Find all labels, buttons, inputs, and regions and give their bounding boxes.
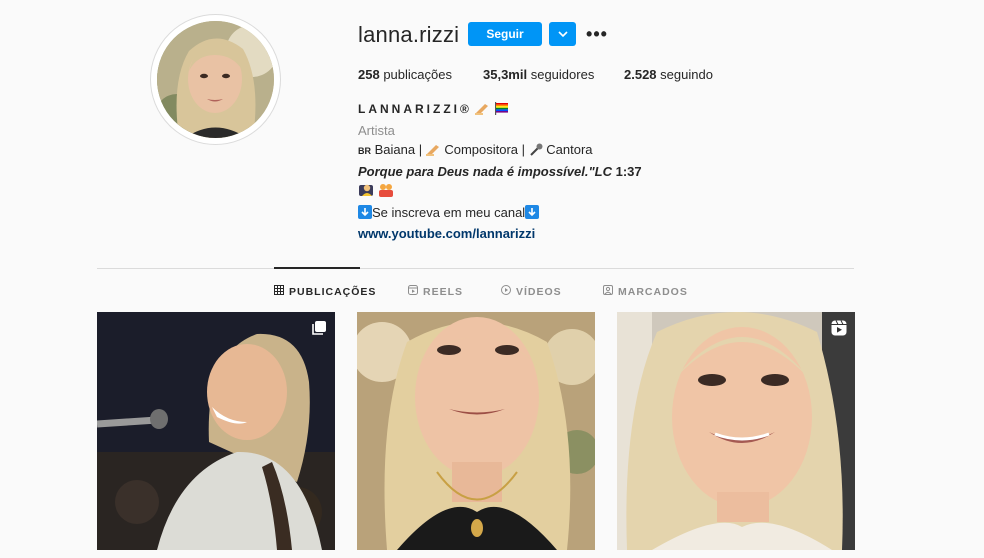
post-thumbnail[interactable]	[617, 312, 855, 550]
microphone-icon	[529, 142, 543, 162]
posts-count-value: 258	[358, 67, 380, 82]
display-name: LANNARIZZI®	[358, 102, 472, 116]
tab-marcados[interactable]: MARCADOS	[603, 285, 688, 298]
posts-count: 258 publicações	[358, 67, 452, 82]
profile-avatar[interactable]	[150, 14, 281, 145]
profile-username: lanna.rizzi	[358, 22, 460, 47]
following-count-value: 2.528	[624, 67, 657, 82]
person-icon	[358, 182, 374, 203]
tab-marcados-label: MARCADOS	[618, 285, 688, 298]
bio-origin-text: Baiana |	[374, 142, 426, 157]
rainbow-flag-icon	[494, 101, 509, 121]
followers-count[interactable]: 35,3mil seguidores	[483, 67, 594, 82]
down-arrow-icon	[358, 204, 372, 225]
posts-count-label: publicações	[383, 67, 452, 82]
suggestions-dropdown-button[interactable]	[549, 22, 576, 46]
down-arrow-icon	[525, 204, 540, 225]
tab-videos[interactable]: VÍDEOS	[501, 285, 562, 298]
bio-quote-ref: 1:37	[615, 163, 642, 179]
carousel-icon	[311, 320, 327, 336]
video-icon	[501, 285, 511, 298]
people-icon	[378, 182, 394, 203]
follow-button[interactable]: Seguir	[468, 22, 542, 46]
post-image	[357, 312, 595, 550]
tagged-icon	[603, 285, 613, 298]
reels-icon	[408, 285, 418, 298]
writing-hand-icon	[425, 142, 441, 162]
brazil-flag-label: BR	[358, 146, 371, 156]
post-image	[617, 312, 855, 550]
bio-external-link[interactable]: www.youtube.com/lannarizzi	[358, 226, 535, 241]
bio-composer-text: Compositora |	[444, 142, 529, 157]
bio-cta-text: Se inscreva em meu canal	[372, 204, 526, 220]
following-count-label: seguindo	[660, 67, 713, 82]
chevron-down-icon	[557, 25, 568, 43]
tab-reels-label: REELS	[423, 285, 464, 298]
following-count[interactable]: 2.528 seguindo	[624, 67, 713, 82]
bio-cta: Se inscreva em meu canal	[358, 203, 778, 225]
writing-hand-icon	[475, 101, 490, 121]
tab-reels[interactable]: REELS	[408, 285, 463, 298]
followers-count-label: seguidores	[530, 67, 595, 82]
active-tab-indicator	[274, 267, 360, 269]
bio-name-row: LANNARIZZI®	[358, 99, 778, 121]
tab-videos-label: VÍDEOS	[516, 285, 562, 298]
post-image	[97, 312, 335, 550]
profile-category: Artista	[358, 122, 395, 138]
reels-icon	[831, 320, 847, 336]
tab-publicacoes-label: PUBLICAÇÕES	[289, 285, 377, 298]
bio-quote-text: Porque para Deus nada é impossível."LC	[358, 163, 612, 179]
more-options-icon: •••	[586, 23, 608, 44]
bio-line-origin: BR Baiana | Compositora | Cantora	[358, 140, 778, 162]
bio-emoji-row	[358, 181, 778, 203]
post-thumbnail[interactable]	[97, 312, 335, 550]
tabs-divider	[97, 268, 854, 269]
bio-quote: Porque para Deus nada é impossível."LC 1…	[358, 162, 778, 182]
bio-singer-text: Cantora	[546, 142, 593, 157]
followers-count-value: 35,3mil	[483, 67, 528, 82]
grid-icon	[274, 285, 284, 298]
tab-publicacoes[interactable]: PUBLICAÇÕES	[274, 285, 376, 298]
profile-bio: LANNARIZZI® Artista BR Baiana | Composit…	[358, 99, 778, 244]
more-options-button[interactable]: •••	[585, 24, 609, 44]
avatar-image	[157, 21, 274, 138]
post-thumbnail[interactable]	[357, 312, 595, 550]
